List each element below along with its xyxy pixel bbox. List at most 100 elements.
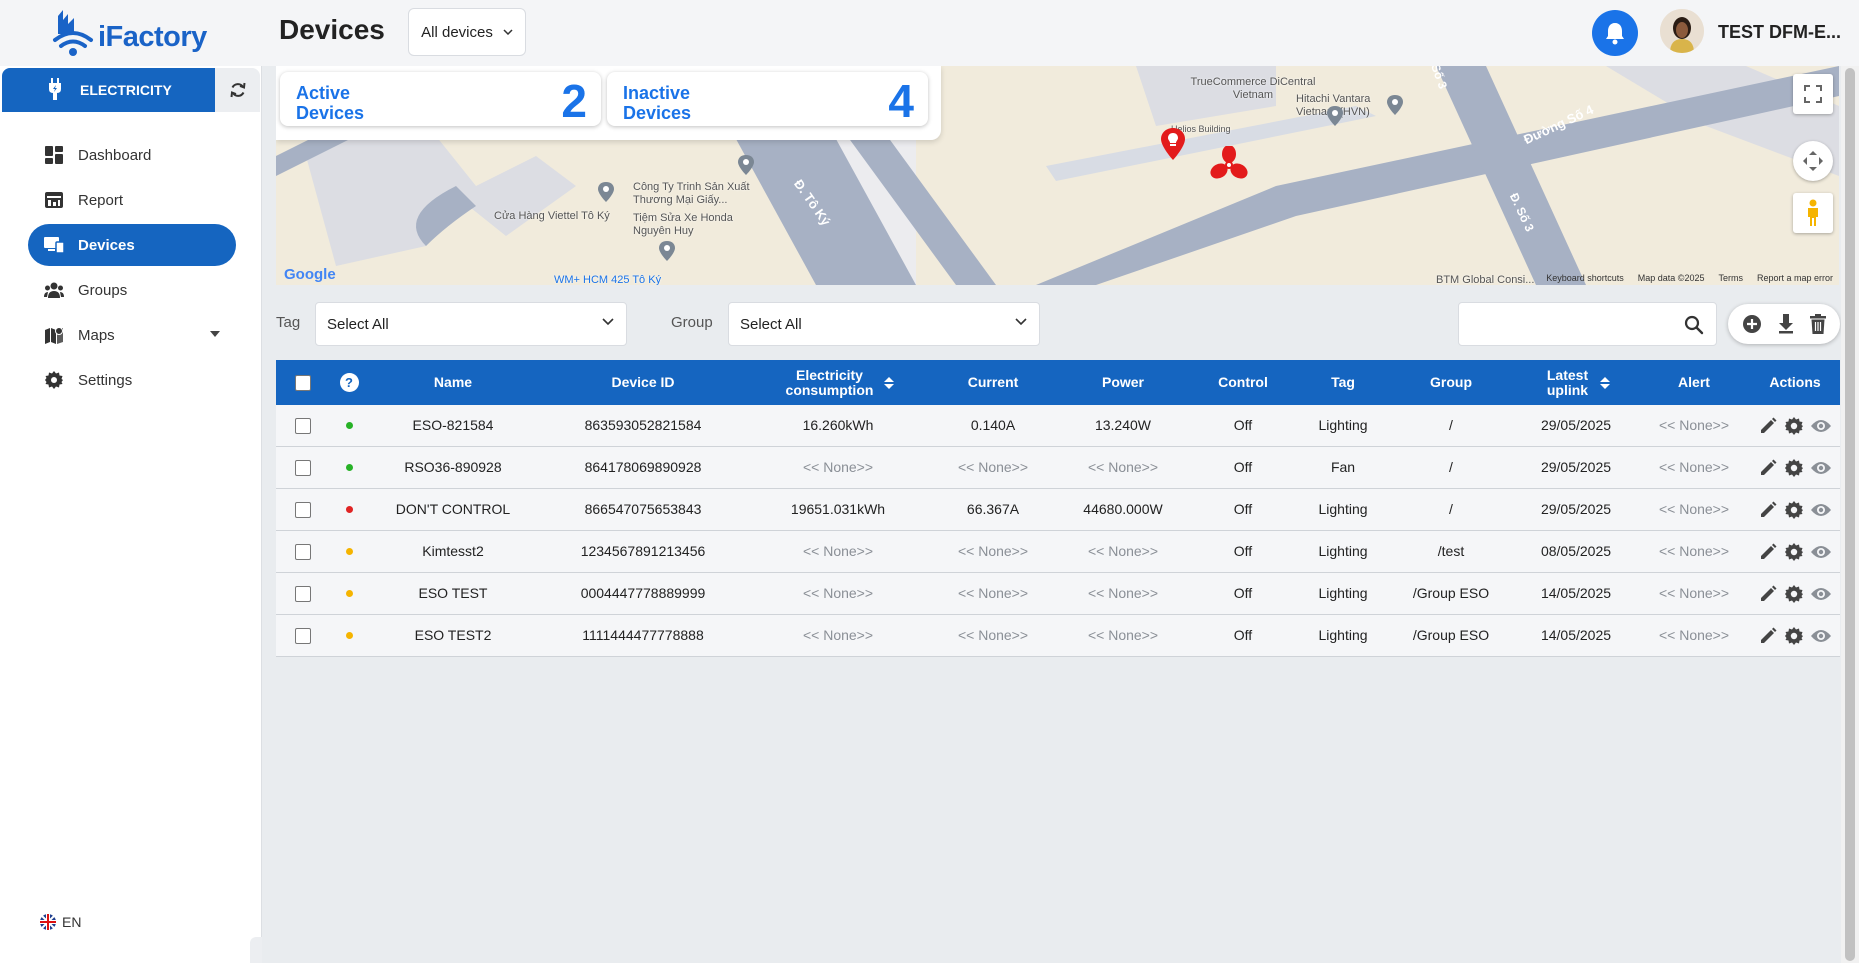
cell-current: 66.367A [966, 501, 1020, 517]
download-icon[interactable] [1778, 314, 1794, 334]
cell-control: Off [1233, 459, 1253, 475]
active-devices-card[interactable]: Active Devices 2 [280, 72, 601, 126]
col-header-device-id[interactable]: Device ID [538, 360, 748, 405]
settings-gear-icon[interactable] [1785, 626, 1803, 645]
row-checkbox[interactable] [295, 627, 311, 644]
inactive-devices-card[interactable]: Inactive Devices 4 [607, 72, 928, 126]
col-header-latest-label: Latest uplink [1546, 366, 1589, 398]
view-eye-icon[interactable] [1811, 502, 1831, 518]
map-fullscreen-button[interactable] [1793, 74, 1833, 114]
google-logo[interactable]: Google [284, 266, 336, 283]
sidebar-item-settings[interactable]: Settings [28, 359, 236, 401]
sidebar-item-maps[interactable]: Maps [28, 314, 236, 356]
uk-flag-icon [40, 914, 56, 930]
settings-gear-icon[interactable] [1785, 458, 1803, 477]
sort-icon[interactable] [884, 376, 894, 389]
terms-link[interactable]: Terms [1718, 273, 1743, 283]
scrollbar-thumb[interactable] [1845, 68, 1855, 961]
search-input[interactable] [1458, 302, 1717, 346]
report-icon [44, 190, 64, 210]
keyboard-shortcuts-link[interactable]: Keyboard shortcuts [1546, 273, 1624, 283]
notifications-button[interactable] [1592, 10, 1638, 56]
col-header-current[interactable]: Current [928, 360, 1058, 405]
row-checkbox[interactable] [295, 459, 311, 476]
sort-icon[interactable] [1599, 376, 1610, 389]
language-selector[interactable]: EN [40, 914, 81, 930]
lighting-device-marker-icon[interactable] [1160, 128, 1186, 160]
device-filter-dropdown[interactable]: All devices [408, 8, 526, 56]
status-cell [330, 615, 368, 656]
col-header-tag[interactable]: Tag [1298, 360, 1388, 405]
row-select-cell [276, 489, 330, 530]
fan-device-marker-icon[interactable] [1210, 146, 1248, 184]
map-camera-control-button[interactable] [1793, 141, 1833, 181]
table-row[interactable]: ESO-821584 863593052821584 16.260kWh 0.140A… [276, 405, 1840, 447]
avatar[interactable] [1660, 9, 1704, 53]
col-header-control[interactable]: Control [1188, 360, 1298, 405]
cell-latest: 29/05/2025 [1540, 501, 1612, 517]
module-electricity-tab[interactable]: ELECTRICITY [2, 68, 215, 112]
sidebar-item-devices[interactable]: Devices [28, 224, 236, 266]
row-checkbox[interactable] [295, 585, 311, 602]
street-view-pegman-button[interactable] [1793, 193, 1833, 233]
row-checkbox[interactable] [295, 501, 311, 518]
status-help-cell: ? [330, 360, 368, 405]
devices-map[interactable]: Đường Số 4 Đ. Tô Ký Số 3 Đ. Số 3 TrueCom… [276, 66, 1839, 285]
view-eye-icon[interactable] [1811, 586, 1831, 602]
row-checkbox[interactable] [295, 417, 311, 434]
cell-alert: << None>> [1658, 543, 1730, 559]
cell-control: Off [1233, 543, 1253, 559]
cell-electricity: << None>> [802, 543, 874, 559]
cell-latest: 29/05/2025 [1540, 417, 1612, 433]
cell-control: Off [1233, 627, 1253, 643]
page-scrollbar[interactable] [1841, 66, 1859, 963]
edit-pencil-icon[interactable] [1759, 543, 1777, 561]
edit-pencil-icon[interactable] [1759, 627, 1777, 645]
settings-gear-icon[interactable] [1785, 416, 1803, 435]
cell-group: / [1449, 417, 1453, 433]
tag-filter-select[interactable]: Select All [315, 302, 627, 346]
edit-pencil-icon[interactable] [1759, 501, 1777, 519]
col-header-group[interactable]: Group [1388, 360, 1514, 405]
table-row[interactable]: ESO TEST2 1111444477778888 << None>> << Non… [276, 615, 1840, 657]
select-all-checkbox[interactable] [295, 374, 311, 391]
edit-pencil-icon[interactable] [1759, 585, 1777, 603]
settings-gear-icon[interactable] [1785, 500, 1803, 519]
edit-pencil-icon[interactable] [1759, 459, 1777, 477]
col-header-power[interactable]: Power [1058, 360, 1188, 405]
help-icon[interactable]: ? [339, 373, 359, 392]
refresh-button[interactable] [215, 68, 260, 112]
sidebar-item-groups[interactable]: Groups [28, 269, 236, 311]
table-row[interactable]: RSO36-890928 864178069890928 << None>> << N… [276, 447, 1840, 489]
view-eye-icon[interactable] [1811, 460, 1831, 476]
row-checkbox[interactable] [295, 543, 311, 560]
col-header-electricity[interactable]: Electricity consumption [748, 360, 928, 405]
edit-pencil-icon[interactable] [1759, 417, 1777, 435]
view-eye-icon[interactable] [1811, 418, 1831, 434]
settings-gear-icon[interactable] [1785, 542, 1803, 561]
pan-arrows-icon [1803, 151, 1823, 171]
view-eye-icon[interactable] [1811, 628, 1831, 644]
col-header-latest-uplink[interactable]: Latest uplink [1514, 360, 1638, 405]
table-row[interactable]: Kimtesst2 1234567891213456 << None>> << Non… [276, 531, 1840, 573]
group-filter-select[interactable]: Select All [728, 302, 1040, 346]
delete-icon[interactable] [1810, 314, 1826, 334]
col-header-alert[interactable]: Alert [1638, 360, 1750, 405]
table-row[interactable]: DON'T CONTROL 866547075653843 19651.031kWh… [276, 489, 1840, 531]
sidebar-item-dashboard[interactable]: Dashboard [28, 134, 236, 176]
add-device-icon[interactable] [1742, 314, 1762, 334]
cell-control: Off [1233, 417, 1253, 433]
table-row[interactable]: ESO TEST 0004447778889999 << None>> << None… [276, 573, 1840, 615]
col-header-name[interactable]: Name [368, 360, 538, 405]
groups-icon [44, 280, 64, 300]
sidebar-collapse-button[interactable] [250, 937, 262, 963]
settings-gear-icon[interactable] [1785, 584, 1803, 603]
report-map-error-link[interactable]: Report a map error [1757, 273, 1833, 283]
cell-current: << None>> [957, 459, 1029, 475]
row-select-cell [276, 405, 330, 446]
user-name[interactable]: TEST DFM-E... [1718, 22, 1841, 43]
view-eye-icon[interactable] [1811, 544, 1831, 560]
app-logo[interactable]: iFactory [52, 4, 222, 60]
cell-latest: 08/05/2025 [1540, 543, 1612, 559]
sidebar-item-report[interactable]: Report [28, 179, 236, 221]
